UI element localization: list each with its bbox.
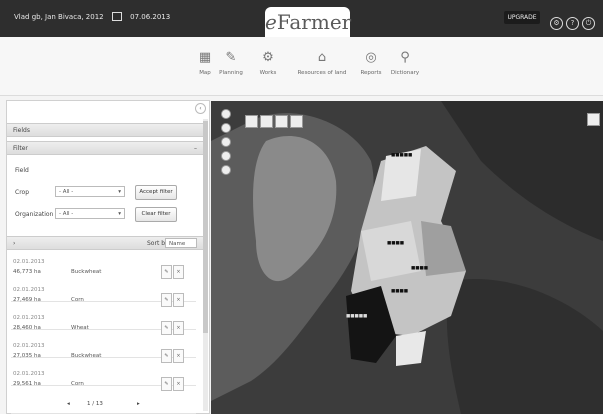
home-icon: ⌂ [317,50,327,65]
pager: ◂ 1 / 13 ▸ [7,401,203,411]
exit-icon[interactable]: ⏻ [582,17,595,30]
toolbar-works[interactable]: ⚙ Works [243,50,293,76]
settings-icon[interactable]: ⚙ [550,17,563,30]
panel-scrollbar[interactable] [203,119,208,411]
draw-polygon-icon[interactable] [245,115,258,128]
upgrade-button[interactable]: UPGRADE [504,11,540,24]
layers-icon[interactable] [587,113,600,126]
field-label: Field [15,167,29,174]
fields-panel: ‹ Fields Filter – Field Crop - All - ▾ Acc… [6,100,210,414]
sort-select[interactable]: Name [165,238,197,248]
zoom-out-icon[interactable] [221,151,231,161]
sort-bar: › Sort by Name [7,236,203,250]
organization-label: Organization [15,211,54,218]
delete-icon[interactable]: × [173,321,184,335]
organization-select[interactable]: - All - ▾ [55,208,125,219]
reports-icon: ◎ [365,50,377,65]
filter-title: Filter [13,145,28,152]
delete-icon[interactable]: × [173,265,184,279]
toolbar-resources[interactable]: ⌂ Resources of land [297,50,347,76]
edit-icon[interactable]: ✎ [161,265,172,279]
zoom-reset-icon[interactable] [221,165,231,175]
planning-icon: ✎ [225,50,237,65]
fields-title: Fields [13,127,30,134]
zoom-in-icon[interactable] [221,123,231,133]
edit-icon[interactable]: ✎ [161,321,172,335]
zoom-level-icon[interactable] [221,137,231,147]
crop-select[interactable]: - All - ▾ [55,186,125,197]
user-name[interactable]: Vlad gb, Jan Bivaca, 2012 [14,13,104,21]
scrollbar-thumb[interactable] [203,121,208,333]
edit-icon[interactable]: ✎ [161,377,172,391]
pan-control-icon[interactable] [221,109,231,119]
measure-tool-icon[interactable] [290,115,303,128]
expand-icon[interactable]: › [13,240,15,247]
clear-filter-button[interactable]: Clear filter [135,207,177,222]
works-icon: ⚙ [262,50,274,65]
satellite-map[interactable]: ■■■■■ ■■■■ ■■■■ ■■■■ ■■■■■ [211,101,603,414]
select-tool-icon[interactable] [260,115,273,128]
dictionary-icon: ⚲ [400,50,410,65]
delete-icon[interactable]: × [173,349,184,363]
top-bar: Vlad gb, Jan Bivaca, 2012 07.06.2013 eFa… [0,0,603,38]
efarmer-logo: eFarmer [265,7,351,38]
delete-icon[interactable]: × [173,377,184,391]
fields-section-header[interactable]: Fields [7,123,203,137]
field-parcel-label[interactable]: ■■■■■ [391,153,412,158]
edit-icon[interactable]: ✎ [161,349,172,363]
field-parcel-label[interactable]: ■■■■ [391,289,408,294]
chevron-down-icon: ▾ [118,189,121,195]
field-parcel-label[interactable]: ■■■■ [387,241,404,246]
current-date: 07.06.2013 [130,12,171,21]
crop-label: Crop [15,189,30,196]
main-toolbar: ▦ Map ✎ Planning ⚙ Works ⌂ Resources of … [0,37,603,96]
toolbar-dictionary[interactable]: ⚲ Dictionary [380,50,430,76]
prev-page-icon[interactable]: ◂ [67,401,70,407]
collapse-icon[interactable]: ‹ [195,103,206,114]
calendar-icon[interactable] [111,12,122,21]
next-page-icon[interactable]: ▸ [137,401,140,407]
window-controls: ⚙? ⏻ [550,10,598,30]
help-icon[interactable]: ? [566,17,579,30]
delete-icon[interactable]: × [173,293,184,307]
field-parcel-label[interactable]: ■■■■ [411,266,428,271]
page-indicator: 1 / 13 [87,401,103,407]
map-canvas[interactable] [211,101,603,414]
chevron-down-icon: ▾ [118,211,121,217]
field-parcel-label[interactable]: ■■■■■ [346,314,367,319]
edit-icon[interactable]: ✎ [161,293,172,307]
filter-collapse-icon[interactable]: – [194,142,197,156]
user-info: Vlad gb, Jan Bivaca, 2012 07.06.2013 [14,12,176,21]
edit-tool-icon[interactable] [275,115,288,128]
accept-filter-button[interactable]: Accept filter [135,185,177,200]
filter-header[interactable]: Filter – [7,141,203,155]
